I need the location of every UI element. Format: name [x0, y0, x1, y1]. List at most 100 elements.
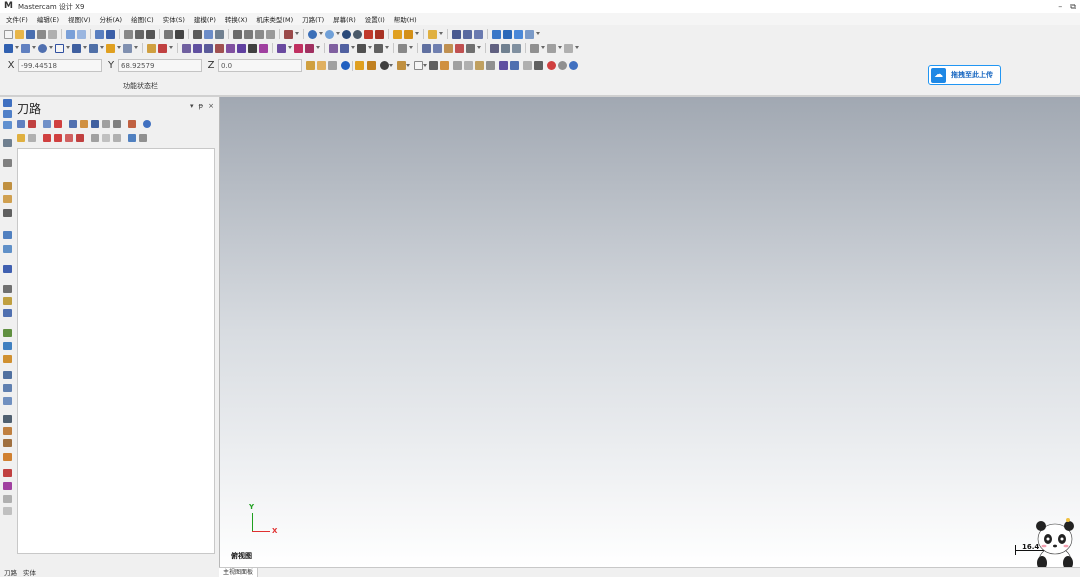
pencil-icon[interactable]	[393, 29, 402, 39]
chevron-down-icon[interactable]	[295, 32, 299, 36]
chevron-down-icon[interactable]	[83, 46, 87, 50]
shaded-icon[interactable]	[325, 29, 334, 39]
chevron-down-icon[interactable]	[536, 32, 540, 36]
toolpath-tree[interactable]	[17, 148, 215, 554]
hidden-line-icon[interactable]	[342, 29, 351, 39]
stop-icon[interactable]	[547, 61, 556, 70]
menu-model[interactable]: 建模(P)	[194, 14, 216, 24]
strip-backplot-icon[interactable]	[3, 342, 12, 350]
solid-revolve-icon[interactable]	[433, 43, 442, 53]
snap-icon[interactable]	[523, 61, 532, 70]
chevron-down-icon[interactable]	[319, 32, 323, 36]
high-feed-icon[interactable]	[113, 119, 121, 128]
chevron-down-icon[interactable]	[409, 46, 413, 50]
strip-light-icon[interactable]	[3, 507, 12, 515]
window-icon[interactable]	[514, 29, 523, 39]
highlight-icon[interactable]	[404, 29, 413, 39]
strip-gray-icon[interactable]	[3, 495, 12, 503]
save-icon[interactable]	[26, 29, 35, 39]
align-icon[interactable]	[340, 43, 349, 53]
screen-icon[interactable]	[503, 29, 512, 39]
selection-box-icon[interactable]	[414, 61, 423, 70]
select-all-ops-icon[interactable]	[17, 119, 25, 128]
circle-icon[interactable]	[38, 43, 47, 53]
chevron-down-icon[interactable]	[575, 46, 579, 50]
chevron-down-icon[interactable]	[351, 46, 355, 50]
strip-2d-icon[interactable]	[3, 231, 12, 239]
solid-fillet-icon[interactable]	[466, 43, 475, 53]
toggle-display-icon[interactable]	[28, 133, 36, 142]
chevron-down-icon[interactable]	[406, 63, 410, 68]
strip-transform-icon[interactable]	[3, 285, 12, 293]
chevron-down-icon[interactable]	[439, 32, 443, 36]
menu-machine-type[interactable]: 机床类型(M)	[256, 14, 293, 24]
repaint-icon[interactable]	[106, 29, 115, 39]
scale-icon[interactable]	[534, 61, 543, 70]
solid-select-icon[interactable]	[453, 61, 462, 70]
strip-lathe-icon[interactable]	[3, 209, 12, 217]
grid-icon[interactable]	[525, 29, 534, 39]
tab-solids[interactable]: 实体	[23, 567, 36, 577]
help-ops-icon[interactable]	[143, 119, 151, 128]
translucent-icon[interactable]	[364, 29, 373, 39]
info-icon[interactable]	[569, 61, 578, 70]
note-icon[interactable]	[305, 43, 314, 53]
strip-verify-icon[interactable]	[3, 355, 12, 363]
analyze-angle-icon[interactable]	[463, 29, 472, 39]
zoom-target-icon[interactable]	[135, 29, 144, 39]
menu-solids[interactable]: 实体(S)	[163, 14, 185, 24]
select-all-icon[interactable]	[440, 61, 449, 70]
print-preview-icon[interactable]	[48, 29, 57, 39]
tab-toolpaths[interactable]: 刀路	[4, 567, 17, 577]
select-invalid-icon[interactable]	[28, 119, 36, 128]
xform-project-icon[interactable]	[248, 43, 257, 53]
solid-extrude-icon[interactable]	[422, 43, 431, 53]
panel-dock-button[interactable]: ᵽ	[198, 102, 203, 110]
post-ops-icon[interactable]	[102, 119, 110, 128]
chevron-down-icon[interactable]	[32, 46, 36, 50]
strip-face-icon[interactable]	[3, 159, 12, 167]
chevron-down-icon[interactable]	[169, 46, 173, 50]
wireframe-icon[interactable]	[308, 29, 317, 39]
strip-check-icon[interactable]	[3, 329, 12, 337]
zoom-out-icon[interactable]	[164, 29, 173, 39]
sort-icon[interactable]	[329, 43, 338, 53]
strip-tools-icon[interactable]	[3, 397, 12, 405]
tab-main-viewsheet[interactable]: 主视图面板	[219, 567, 259, 577]
menu-analyze[interactable]: 分析(A)	[100, 14, 123, 24]
group-icon[interactable]	[499, 61, 508, 70]
view-cube-icon[interactable]	[284, 29, 293, 39]
xform-offset-icon[interactable]	[226, 43, 235, 53]
strip-mill-icon[interactable]	[3, 99, 12, 107]
strip-red-icon[interactable]	[3, 469, 12, 477]
rectangle-icon[interactable]	[55, 43, 64, 53]
solid-loft-icon[interactable]	[455, 43, 464, 53]
dynamic-rotate-icon[interactable]	[204, 29, 213, 39]
lock-icon[interactable]	[17, 133, 25, 142]
strip-export-icon[interactable]	[3, 453, 12, 461]
chevron-down-icon[interactable]	[541, 46, 545, 50]
minimize-button[interactable]: –	[1058, 0, 1062, 13]
chevron-down-icon[interactable]	[477, 46, 481, 50]
help-icon[interactable]	[341, 61, 350, 70]
delete-icon[interactable]	[158, 43, 167, 53]
chevron-down-icon[interactable]	[389, 63, 393, 68]
wire-icon[interactable]	[512, 43, 521, 53]
chevron-down-icon[interactable]	[558, 46, 562, 50]
chevron-down-icon[interactable]	[415, 32, 419, 36]
menu-view[interactable]: 视图(V)	[68, 14, 91, 24]
regen-selected-icon[interactable]	[43, 119, 51, 128]
expand-icon[interactable]	[91, 133, 99, 142]
chevron-down-icon[interactable]	[336, 32, 340, 36]
xform-rotate-icon[interactable]	[193, 43, 202, 53]
gray-circle-icon[interactable]	[558, 61, 567, 70]
chevron-down-icon[interactable]	[100, 46, 104, 50]
fit-icon[interactable]	[95, 29, 104, 39]
open-file-icon[interactable]	[15, 29, 24, 39]
mill-icon[interactable]	[490, 43, 499, 53]
trim-icon[interactable]	[147, 43, 156, 53]
strip-post-icon[interactable]	[3, 371, 12, 379]
print-icon[interactable]	[37, 29, 46, 39]
analyze-distance-icon[interactable]	[452, 29, 461, 39]
menu-edit[interactable]: 编辑(E)	[37, 14, 59, 24]
